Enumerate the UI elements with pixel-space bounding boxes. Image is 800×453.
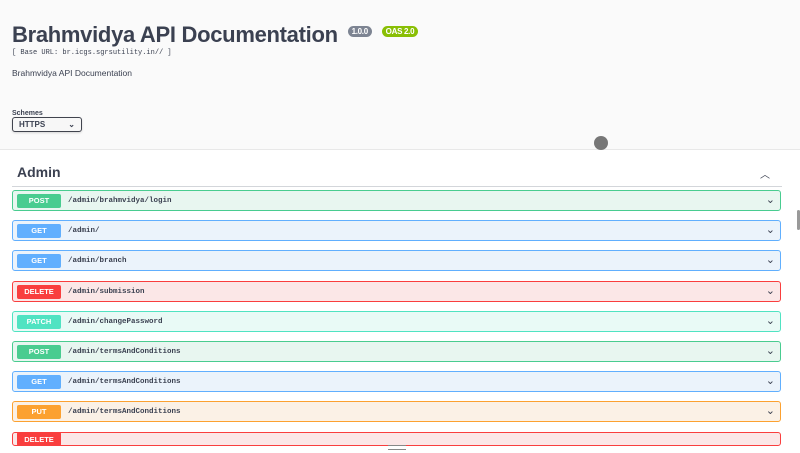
operation-path: /admin/changePassword — [68, 317, 163, 326]
tag-title: Admin — [17, 164, 61, 180]
chevron-down-icon: ⌄ — [68, 120, 75, 129]
method-badge: PUT — [17, 404, 61, 419]
method-badge: GET — [17, 253, 61, 268]
operation-path: /admin/branch — [68, 256, 127, 265]
method-badge: PATCH — [17, 314, 61, 329]
chevron-down-icon[interactable]: ⌄ — [766, 374, 775, 387]
method-badge: DELETE — [17, 284, 61, 299]
operation-row[interactable]: POST /admin/brahmvidya/login ⌄ — [12, 190, 781, 211]
base-url: [ Base URL: br.icgs.sgrsutility.in// ] — [12, 49, 172, 57]
api-description: Brahmvidya API Documentation — [12, 68, 133, 78]
operation-path: /admin/ — [68, 226, 100, 235]
tag-header-admin[interactable]: Admin ︿ — [12, 160, 782, 187]
operation-row[interactable]: DELETE /admin/submission ⌄ — [12, 281, 781, 302]
operation-path: /admin/brahmvidya/login — [68, 196, 172, 205]
chevron-down-icon[interactable]: ⌄ — [766, 193, 775, 206]
operation-row[interactable]: DELETE — [12, 432, 781, 446]
operation-path: /admin/submission — [68, 287, 145, 296]
operation-row[interactable]: PATCH /admin/changePassword ⌄ — [12, 311, 781, 332]
method-badge: POST — [17, 193, 61, 208]
chevron-down-icon[interactable]: ⌄ — [766, 284, 775, 297]
schemes-selected-value: HTTPS — [19, 120, 46, 129]
api-info-section: Brahmvidya API Documentation 1.0.0 OAS 2… — [0, 0, 800, 150]
schemes-select[interactable]: HTTPS ⌄ — [12, 117, 82, 132]
method-badge: DELETE — [17, 433, 61, 445]
version-badge: 1.0.0 — [347, 26, 372, 37]
schemes-label: Schemes — [12, 110, 43, 117]
operation-path: /admin/termsAndConditions — [68, 377, 181, 386]
operation-path: /admin/termsAndConditions — [68, 407, 181, 416]
operation-row[interactable]: GET /admin/branch ⌄ — [12, 250, 781, 271]
operation-row[interactable]: GET /admin/ ⌄ — [12, 220, 781, 241]
chevron-down-icon[interactable]: ⌄ — [766, 344, 775, 357]
operation-row[interactable]: POST /admin/termsAndConditions ⌄ — [12, 341, 781, 362]
chevron-down-icon[interactable]: ⌄ — [766, 253, 775, 266]
api-title: Brahmvidya API Documentation — [12, 22, 338, 47]
chevron-down-icon[interactable]: ⌄ — [766, 404, 775, 417]
chevron-down-icon[interactable]: ⌄ — [766, 223, 775, 236]
operation-row[interactable]: PUT /admin/termsAndConditions ⌄ — [12, 401, 781, 422]
method-badge: GET — [17, 374, 61, 389]
oas-badge: OAS 2.0 — [381, 26, 419, 37]
chevron-up-icon[interactable]: ︿ — [760, 166, 770, 181]
method-badge: GET — [17, 223, 61, 238]
method-badge: POST — [17, 344, 61, 359]
chevron-down-icon[interactable]: ⌄ — [766, 314, 775, 327]
operation-path: /admin/termsAndConditions — [68, 347, 181, 356]
mouse-cursor-indicator — [594, 136, 608, 150]
resize-handle[interactable] — [388, 445, 406, 450]
operation-row[interactable]: GET /admin/termsAndConditions ⌄ — [12, 371, 781, 392]
api-title-row: Brahmvidya API Documentation 1.0.0 OAS 2… — [12, 22, 419, 48]
